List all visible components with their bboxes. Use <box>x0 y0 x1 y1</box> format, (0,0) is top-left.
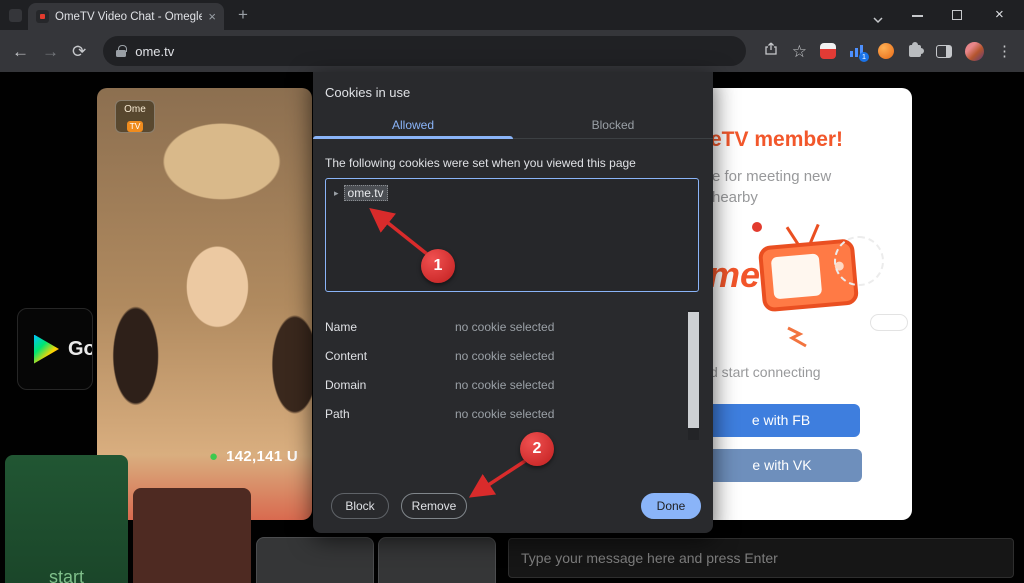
cookie-tree[interactable]: ▸ ome.tv <box>325 178 699 292</box>
google-play-text: Go <box>68 338 93 361</box>
promo-text-line1: e for meeting new <box>712 168 831 185</box>
minimize-button[interactable] <box>912 15 923 17</box>
forward-icon[interactable]: → <box>42 43 59 60</box>
field-row-name: Name no cookie selected <box>325 312 681 341</box>
continue-with-fb-button[interactable]: e with FB <box>702 404 860 437</box>
doodle-cloud <box>870 314 908 331</box>
promo-logo-text: me <box>708 254 760 296</box>
reload-icon[interactable]: ⟳ <box>72 43 86 60</box>
extensions-puzzle-icon[interactable] <box>909 45 921 57</box>
remove-button[interactable]: Remove <box>401 493 467 519</box>
dialog-scrollbar[interactable] <box>688 310 699 440</box>
done-button[interactable]: Done <box>641 493 701 519</box>
start-button-label: start <box>49 567 84 583</box>
window-close-button[interactable]: × <box>995 6 1004 23</box>
field-label: Content <box>325 349 455 363</box>
back-icon[interactable]: ← <box>12 43 29 60</box>
continue-with-vk-button[interactable]: e with VK <box>702 449 862 482</box>
page-button-2[interactable] <box>378 537 496 583</box>
scrollbar-thumb[interactable] <box>688 312 699 428</box>
video-preview: Ome TV ● 142,141 U <box>97 88 312 520</box>
adblock-extension-icon[interactable] <box>820 43 836 59</box>
online-dot-icon: ● <box>209 449 218 464</box>
promo-heading: eTV member! <box>710 128 843 152</box>
share-icon[interactable] <box>763 41 779 62</box>
tree-expand-icon[interactable]: ▸ <box>334 188 339 199</box>
dialog-description: The following cookies were set when you … <box>325 156 636 170</box>
field-value: no cookie selected <box>455 349 554 363</box>
doodle-zigzag <box>786 326 812 353</box>
field-value: no cookie selected <box>455 407 554 421</box>
window-icon <box>9 9 22 22</box>
ometv-logo-text: Ome <box>116 103 154 116</box>
fox-extension-icon[interactable] <box>878 43 894 59</box>
extension-badge: 1 <box>859 52 869 62</box>
ometv-logo: Ome TV <box>115 100 155 133</box>
chevron-down-icon[interactable] <box>872 11 884 29</box>
online-counter: ● 142,141 U <box>209 448 298 465</box>
promo-text-line3: d start connecting <box>710 364 821 380</box>
field-label: Path <box>325 407 455 421</box>
stats-extension-icon[interactable]: 1 <box>849 43 865 59</box>
field-value: no cookie selected <box>455 378 554 392</box>
new-tab-button[interactable]: + <box>238 5 248 25</box>
promo-text-line2: hearby <box>712 189 758 206</box>
browser-toolbar: ← → ⟳ ome.tv ☆ 1 ⋮ <box>0 30 1024 72</box>
field-label: Name <box>325 320 455 334</box>
cookie-tree-item[interactable]: ▸ ome.tv <box>334 185 690 201</box>
tab-title: OmeTV Video Chat - Omegle Ra <box>55 11 202 23</box>
bookmark-star-icon[interactable]: ☆ <box>792 43 807 60</box>
field-row-path: Path no cookie selected <box>325 399 681 428</box>
tab-allowed[interactable]: Allowed <box>313 112 513 138</box>
field-row-content: Content no cookie selected <box>325 341 681 370</box>
maximize-button[interactable] <box>952 10 962 20</box>
dialog-title: Cookies in use <box>325 85 410 100</box>
doodle-dashed-circle <box>834 236 884 286</box>
promo-card: eTV member! e for meeting new hearby me … <box>702 88 912 520</box>
google-play-icon <box>34 335 59 364</box>
field-label: Domain <box>325 378 455 392</box>
sidebar-icon[interactable] <box>936 45 952 58</box>
tab-close-icon[interactable]: × <box>208 10 216 23</box>
annotation-step-2: 2 <box>520 432 554 466</box>
online-count-text: 142,141 U <box>226 448 298 465</box>
tab-favicon <box>36 10 49 23</box>
annotation-step-1: 1 <box>421 249 455 283</box>
profile-avatar[interactable] <box>965 42 984 61</box>
url-text: ome.tv <box>135 44 174 59</box>
field-value: no cookie selected <box>455 320 554 334</box>
address-bar[interactable]: ome.tv <box>103 36 746 66</box>
cookie-detail-fields: Name no cookie selected Content no cooki… <box>325 312 681 428</box>
google-play-badge[interactable]: Go <box>17 308 93 390</box>
stop-button[interactable]: stop <box>133 488 251 583</box>
ometv-logo-badge: TV <box>127 121 144 132</box>
field-row-domain: Domain no cookie selected <box>325 370 681 399</box>
cookie-site-label[interactable]: ome.tv <box>344 185 388 201</box>
tab-blocked[interactable]: Blocked <box>513 112 713 138</box>
dialog-tabs: Allowed Blocked <box>313 112 713 139</box>
browser-window: OmeTV Video Chat - Omegle Ra × + × ← → ⟳… <box>0 0 1024 583</box>
browser-tab[interactable]: OmeTV Video Chat - Omegle Ra × <box>28 3 224 30</box>
page-button-1[interactable] <box>256 537 374 583</box>
menu-kebab-icon[interactable]: ⋮ <box>997 42 1012 60</box>
lock-icon[interactable] <box>116 50 126 57</box>
cookies-dialog: Cookies in use Allowed Blocked The follo… <box>313 72 713 533</box>
chat-message-input[interactable] <box>508 538 1014 578</box>
start-button[interactable]: start <box>5 455 128 583</box>
title-bar: OmeTV Video Chat - Omegle Ra × + × <box>0 0 1024 30</box>
block-button[interactable]: Block <box>331 493 389 519</box>
